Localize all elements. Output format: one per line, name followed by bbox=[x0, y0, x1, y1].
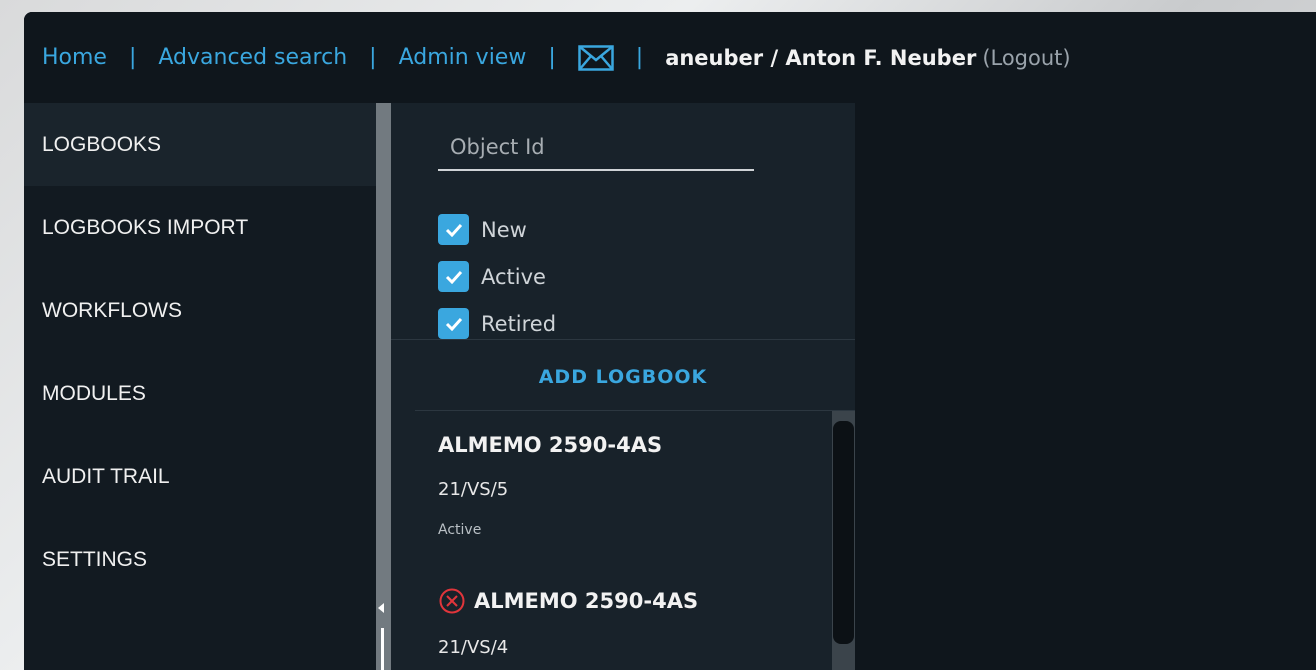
logbook-code: 21/VS/4 bbox=[438, 637, 509, 658]
sidebar-item-workflows[interactable]: WORKFLOWS bbox=[24, 269, 376, 352]
checkbox-checked-icon[interactable] bbox=[438, 214, 469, 245]
list-item[interactable]: ALMEMO 2590-4AS 21/VS/5 Active bbox=[438, 433, 662, 538]
panel-splitter[interactable] bbox=[376, 103, 391, 670]
nav-separator: | bbox=[635, 45, 644, 70]
app-window: Home | Advanced search | Admin view | | … bbox=[24, 12, 1316, 670]
current-user: aneuber / Anton F. Neuber bbox=[665, 45, 977, 70]
sidebar-item-logbooks[interactable]: LOGBOOKS bbox=[24, 103, 376, 186]
home-link[interactable]: Home bbox=[42, 45, 107, 70]
checkbox-checked-icon[interactable] bbox=[438, 308, 469, 339]
checkbox-checked-icon[interactable] bbox=[438, 261, 469, 292]
logbook-title-text: ALMEMO 2590-4AS bbox=[438, 433, 663, 457]
list-scrollbar[interactable] bbox=[832, 411, 855, 670]
sidebar-item-audit-trail[interactable]: AUDIT TRAIL bbox=[24, 435, 376, 518]
logbook-title-text: ALMEMO 2590-4AS bbox=[474, 589, 699, 613]
collapse-arrow-icon[interactable] bbox=[378, 603, 384, 613]
nav-separator: | bbox=[128, 45, 137, 70]
filter-new[interactable]: New bbox=[438, 206, 556, 253]
filter-active[interactable]: Active bbox=[438, 253, 556, 300]
logbook-status: Active bbox=[438, 522, 482, 538]
logbook-list: ALMEMO 2590-4AS 21/VS/5 Active ALMEMO 25… bbox=[391, 411, 855, 670]
sidebar: LOGBOOKS LOGBOOKS IMPORT WORKFLOWS MODUL… bbox=[24, 103, 376, 670]
advanced-search-link[interactable]: Advanced search bbox=[158, 45, 347, 70]
main-content-area bbox=[855, 103, 1316, 670]
object-id-input[interactable] bbox=[438, 125, 754, 171]
logbook-title: ALMEMO 2590-4AS bbox=[438, 587, 698, 615]
logbook-filter-panel: New Active Retired ADD LOGBOOK ALMEMO 2 bbox=[391, 103, 855, 670]
top-navigation: Home | Advanced search | Admin view | | … bbox=[24, 12, 1316, 103]
divider bbox=[391, 339, 855, 340]
list-item[interactable]: ALMEMO 2590-4AS 21/VS/4 bbox=[438, 587, 698, 658]
resize-handle[interactable] bbox=[381, 628, 384, 670]
status-filter-list: New Active Retired bbox=[438, 206, 556, 347]
nav-separator: | bbox=[548, 45, 556, 70]
search-wrapper bbox=[438, 125, 754, 171]
sidebar-item-logbooks-import[interactable]: LOGBOOKS IMPORT bbox=[24, 186, 376, 269]
mail-icon[interactable] bbox=[578, 44, 614, 71]
sidebar-item-settings[interactable]: SETTINGS bbox=[24, 518, 376, 601]
scrollbar-thumb[interactable] bbox=[833, 421, 854, 644]
logout-link[interactable]: (Logout) bbox=[982, 46, 1070, 70]
sidebar-item-modules[interactable]: MODULES bbox=[24, 352, 376, 435]
filter-retired-label: Retired bbox=[481, 311, 557, 336]
logbook-title: ALMEMO 2590-4AS bbox=[438, 433, 662, 457]
add-logbook-button[interactable]: ADD LOGBOOK bbox=[391, 355, 855, 399]
error-circle-x-icon bbox=[438, 587, 466, 615]
admin-view-link[interactable]: Admin view bbox=[399, 45, 527, 70]
logbook-code: 21/VS/5 bbox=[438, 479, 509, 500]
filter-new-label: New bbox=[481, 217, 527, 242]
nav-separator: | bbox=[369, 45, 377, 70]
filter-active-label: Active bbox=[481, 264, 546, 289]
